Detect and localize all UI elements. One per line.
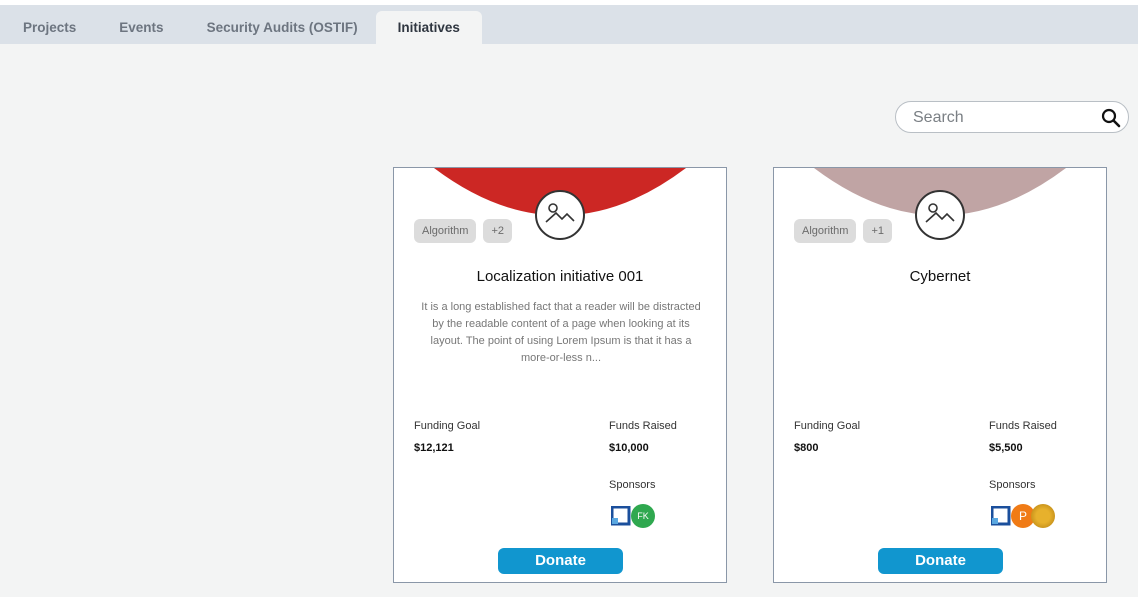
funding-goal-label: Funding Goal	[794, 420, 861, 432]
sponsor-list: FK	[610, 504, 655, 528]
sponsor-gold-seal-icon[interactable]	[1031, 504, 1055, 528]
search-icon[interactable]	[1101, 108, 1121, 128]
funds-raised-label: Funds Raised	[989, 420, 1057, 432]
tab-initiatives[interactable]: Initiatives	[375, 11, 482, 44]
image-placeholder-icon	[535, 190, 585, 240]
tag[interactable]: Algorithm	[794, 219, 857, 243]
tag-list: Algorithm +1	[794, 219, 893, 243]
tab-bar: Projects Events Security Audits (OSTIF) …	[0, 5, 1138, 44]
tab-projects[interactable]: Projects	[0, 11, 97, 44]
sponsors-label: Sponsors	[609, 479, 656, 491]
donate-button[interactable]: Donate	[498, 548, 623, 574]
donate-button[interactable]: Donate	[878, 548, 1003, 574]
tag-list: Algorithm +2	[414, 219, 513, 243]
search-box	[895, 101, 1129, 133]
funds-raised-value: $5,500	[989, 442, 1023, 454]
card-description: It is a long established fact that a rea…	[421, 301, 701, 364]
funding-goal-value: $12,121	[414, 442, 454, 454]
tab-events[interactable]: Events	[97, 11, 185, 44]
initiative-card[interactable]: Algorithm +1 Cybernet Funding Goal $800 …	[773, 167, 1107, 583]
sponsors-label: Sponsors	[989, 479, 1036, 491]
funding-goal-label: Funding Goal	[414, 420, 481, 432]
tag-more[interactable]: +1	[863, 219, 893, 243]
tag[interactable]: Algorithm	[414, 219, 477, 243]
funding-goal-value: $800	[794, 442, 819, 454]
tag-more[interactable]: +2	[483, 219, 513, 243]
sponsor-list: P	[990, 504, 1055, 528]
funds-raised-value: $10,000	[609, 442, 649, 454]
card-title[interactable]: Localization initiative 001	[394, 268, 726, 285]
card-title[interactable]: Cybernet	[774, 268, 1106, 285]
funds-raised-label: Funds Raised	[609, 420, 677, 432]
sponsor-avatar[interactable]: FK	[631, 504, 655, 528]
search-input[interactable]	[911, 107, 1095, 129]
image-placeholder-icon	[915, 190, 965, 240]
initiative-card[interactable]: Algorithm +2 Localization initiative 001…	[393, 167, 727, 583]
tab-security-audits[interactable]: Security Audits (OSTIF)	[186, 11, 376, 44]
